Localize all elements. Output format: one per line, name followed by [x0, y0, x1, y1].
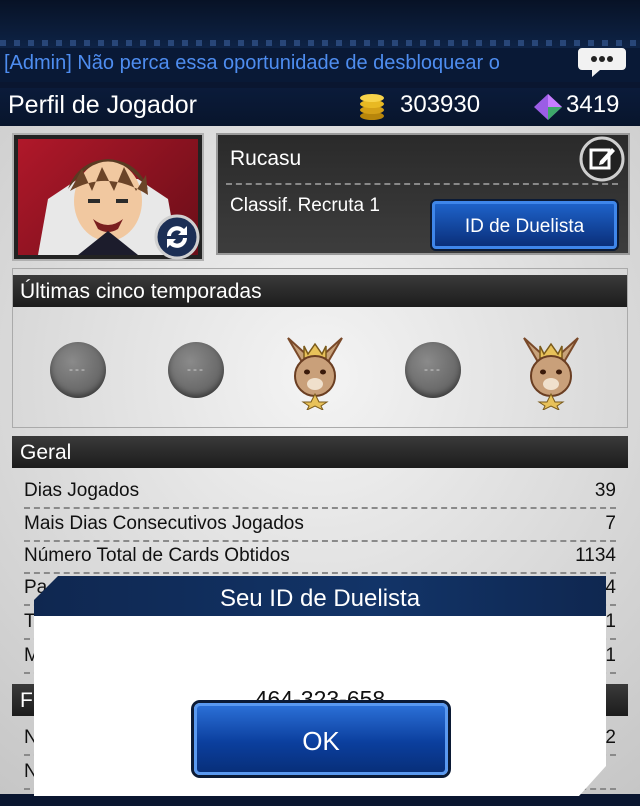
- season-medal-empty: ---: [50, 342, 106, 398]
- next-section-title: F: [20, 689, 33, 712]
- dialog-header: Seu ID de Duelista: [34, 576, 606, 616]
- stat-value: 39: [594, 480, 616, 501]
- stat-value: 4: [605, 577, 616, 598]
- season-medal-empty: ---: [168, 342, 224, 398]
- season-medal-label: ---: [69, 362, 87, 376]
- table-row: Número Total de Cards Obtidos 1134: [24, 540, 616, 574]
- stat-value: 7: [605, 513, 616, 534]
- season-medal-label: ---: [424, 362, 442, 376]
- gold-coins-icon: [360, 94, 384, 120]
- duelist-id-button-label: ID de Duelista: [464, 216, 585, 237]
- top-band: [0, 0, 640, 48]
- table-row: Dias Jogados 39: [24, 475, 616, 509]
- stat-value: 1: [605, 645, 616, 666]
- ok-button-label: OK: [302, 726, 340, 756]
- announcement-ticker[interactable]: [Admin] Não perca essa oportunidade de d…: [0, 48, 640, 82]
- edit-icon[interactable]: [578, 135, 626, 183]
- gem-amount: 3419: [566, 91, 620, 118]
- general-title: Geral: [20, 441, 72, 464]
- player-name: Rucasu: [230, 147, 302, 170]
- page-title: Perfil de Jogador: [8, 91, 198, 119]
- gold-amount: 303930: [400, 91, 481, 118]
- stat-value: 1134: [575, 545, 616, 566]
- stat-label: Número Total de Cards Obtidos: [24, 545, 290, 566]
- general-header: Geral: [12, 436, 628, 468]
- stat-label: Mais Dias Consecutivos Jogados: [24, 513, 304, 534]
- divider: [226, 183, 618, 185]
- crown-rabbit-medal-icon: [516, 334, 586, 412]
- crown-rabbit-medal-icon: [280, 334, 350, 412]
- stat-value: 1: [605, 611, 616, 632]
- decorative-dots: [0, 40, 640, 46]
- season-medal-label: ---: [187, 362, 205, 376]
- gem-icon: [534, 94, 562, 120]
- stat-value: 2: [605, 727, 616, 748]
- duelist-id-button[interactable]: ID de Duelista: [432, 201, 617, 249]
- season-medal-empty: ---: [405, 342, 461, 398]
- chat-icon[interactable]: [578, 44, 626, 78]
- ticker-text: [Admin] Não perca essa oportunidade de d…: [4, 52, 500, 74]
- dialog-title: Seu ID de Duelista: [219, 585, 421, 612]
- stat-label: Dias Jogados: [24, 480, 140, 501]
- ok-button[interactable]: OK: [194, 703, 448, 775]
- header-bar: Perfil de Jogador 303930 3419: [0, 88, 640, 126]
- refresh-icon[interactable]: [154, 214, 200, 260]
- table-row: Mais Dias Consecutivos Jogados 7: [24, 508, 616, 542]
- rank-label: Classif. Recruta 1: [230, 195, 380, 216]
